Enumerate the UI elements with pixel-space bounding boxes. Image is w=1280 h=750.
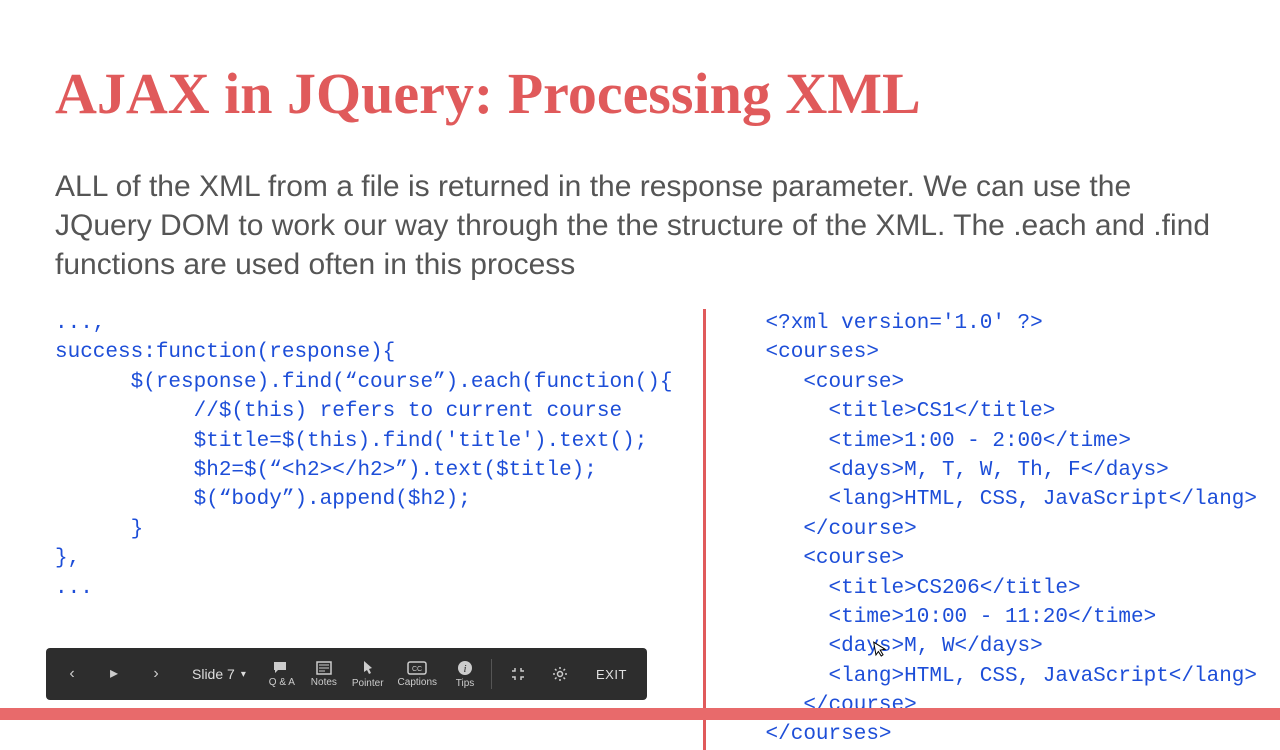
fullscreen-exit-icon bbox=[510, 666, 526, 682]
gear-icon bbox=[552, 666, 568, 682]
svg-text:i: i bbox=[463, 663, 466, 675]
slide-number-label: Slide 7 bbox=[192, 666, 235, 682]
exit-button[interactable]: EXIT bbox=[582, 648, 641, 700]
settings-button[interactable] bbox=[540, 648, 580, 700]
captions-button[interactable]: CC Captions bbox=[392, 648, 443, 700]
next-slide-button[interactable]: › bbox=[136, 648, 176, 700]
chevron-right-icon: › bbox=[153, 666, 158, 682]
tips-label: Tips bbox=[456, 678, 475, 689]
exit-label: EXIT bbox=[596, 667, 627, 682]
slide-content: AJAX in JQuery: Processing XML ALL of th… bbox=[0, 0, 1280, 750]
pointer-label: Pointer bbox=[352, 678, 384, 689]
slide-picker[interactable]: Slide 7 ▾ bbox=[178, 666, 260, 682]
pointer-icon bbox=[361, 660, 375, 676]
presenter-toolbar: ‹ ▸ › Slide 7 ▾ Q & A Notes Pointer CC C… bbox=[46, 648, 647, 700]
chevron-left-icon: ‹ bbox=[69, 666, 74, 682]
dropdown-caret-icon: ▾ bbox=[241, 669, 246, 680]
slide-title: AJAX in JQuery: Processing XML bbox=[55, 60, 1225, 127]
qa-button[interactable]: Q & A bbox=[262, 648, 302, 700]
notes-icon bbox=[316, 661, 332, 675]
pointer-button[interactable]: Pointer bbox=[346, 648, 390, 700]
tips-button[interactable]: i Tips bbox=[445, 648, 485, 700]
play-icon: ▸ bbox=[110, 666, 118, 682]
prev-slide-button[interactable]: ‹ bbox=[52, 648, 92, 700]
qa-label: Q & A bbox=[269, 677, 295, 688]
captions-icon: CC bbox=[407, 661, 427, 675]
bottom-accent-bar bbox=[0, 708, 1280, 720]
play-button[interactable]: ▸ bbox=[94, 648, 134, 700]
svg-text:CC: CC bbox=[412, 666, 422, 673]
fullscreen-button[interactable] bbox=[498, 648, 538, 700]
captions-label: Captions bbox=[398, 677, 437, 688]
info-icon: i bbox=[457, 660, 473, 676]
chat-icon bbox=[273, 661, 291, 675]
notes-button[interactable]: Notes bbox=[304, 648, 344, 700]
code-right: <?xml version='1.0' ?> <courses> <course… bbox=[736, 309, 1257, 750]
mouse-cursor-icon bbox=[873, 639, 890, 659]
slide-body-text: ALL of the XML from a file is returned i… bbox=[55, 167, 1225, 284]
notes-label: Notes bbox=[311, 677, 337, 688]
toolbar-separator bbox=[491, 659, 492, 689]
